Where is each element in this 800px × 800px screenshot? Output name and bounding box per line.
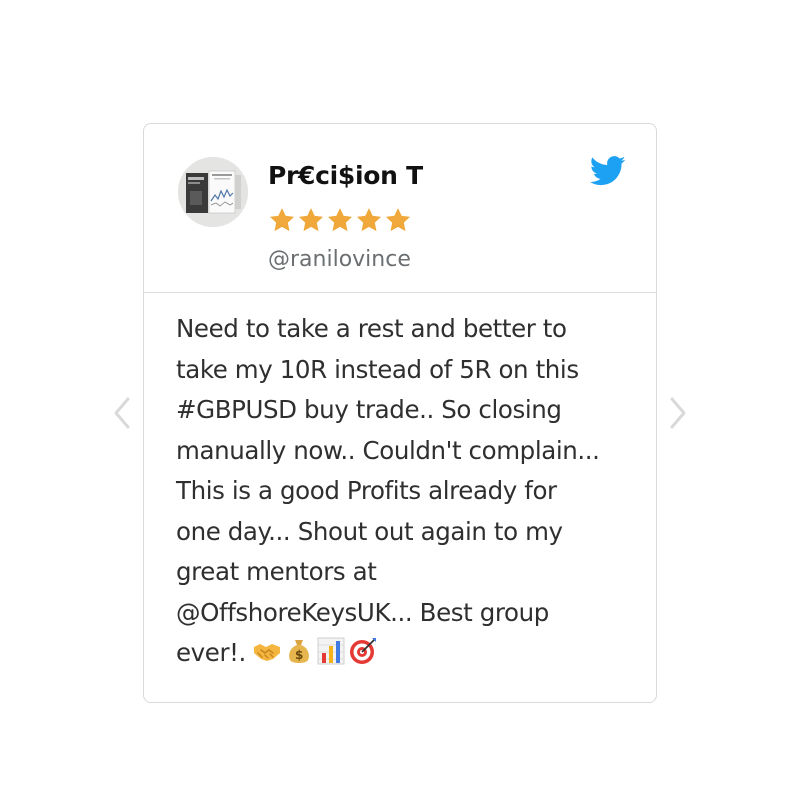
chevron-left-icon[interactable]: [112, 395, 132, 431]
testimonial-line: great mentors at: [176, 557, 377, 586]
star-icon: [385, 208, 411, 232]
emoji-row: $: [252, 636, 378, 666]
star-rating: [268, 206, 412, 236]
testimonial-last-line: ever!. $: [176, 633, 636, 674]
chevron-right-icon[interactable]: [668, 395, 688, 431]
star-icon: [269, 208, 295, 232]
testimonial-line: @OffshoreKeysUK... Best group: [176, 597, 549, 627]
star-icon: [327, 208, 353, 232]
twitter-bird-icon[interactable]: [590, 156, 626, 186]
testimonial-line: Need to take a rest and better to: [176, 314, 567, 343]
author-name: Pr€ci$ion T: [268, 161, 423, 190]
author-handle: @ranilovince: [268, 247, 411, 272]
star-icon: [356, 208, 382, 232]
testimonial-text: Need to take a rest and better to take m…: [176, 309, 636, 674]
testimonial-card: Pr€ci$ion T @ranilovince Need to take a …: [143, 123, 657, 703]
testimonial-line: This is a good Profits already for: [176, 476, 557, 505]
testimonial-line: ever!.: [176, 638, 246, 667]
target-icon: [349, 638, 376, 664]
handshake-icon: [253, 644, 280, 661]
bar-chart-icon: [317, 637, 345, 665]
star-icon: [298, 208, 324, 232]
avatar-image: [178, 157, 248, 227]
avatar: [178, 157, 248, 227]
testimonial-line: take my 10R instead of 5R on this: [176, 354, 579, 384]
money-bag-icon: $: [289, 640, 309, 663]
testimonial-line: one day... Shout out again to my: [176, 516, 563, 546]
card-header: Pr€ci$ion T @ranilovince: [144, 124, 656, 293]
testimonial-carousel: Pr€ci$ion T @ranilovince Need to take a …: [0, 0, 800, 800]
testimonial-line: #GBPUSD buy trade.. So closing: [176, 395, 562, 424]
testimonial-line: manually now.. Couldn't complain...: [176, 435, 600, 465]
svg-text:$: $: [295, 648, 303, 662]
